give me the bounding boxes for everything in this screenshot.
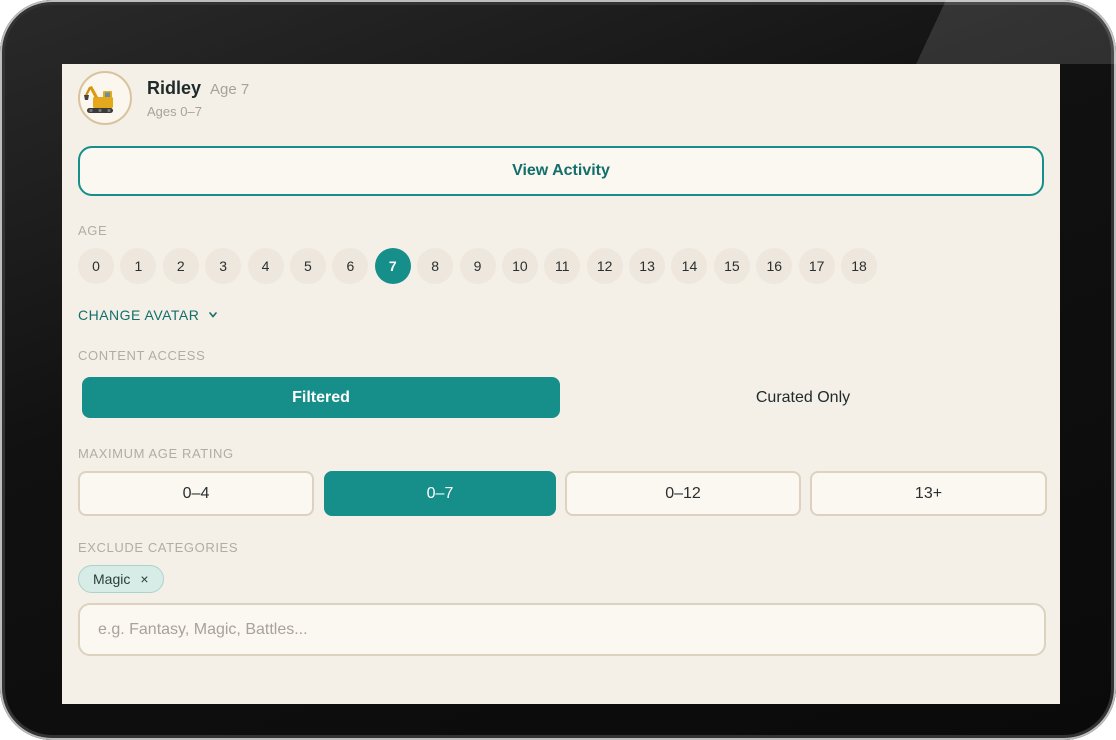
profile-name: Ridley: [147, 77, 202, 98]
content-access-toggle: Filtered Curated Only: [82, 377, 1048, 418]
age-option-9[interactable]: 9: [459, 248, 496, 284]
age-option-2[interactable]: 2: [162, 248, 199, 284]
age-option-1[interactable]: 1: [120, 248, 157, 284]
age-option-11[interactable]: 11: [544, 248, 581, 284]
chip-remove-icon[interactable]: ×: [140, 571, 148, 587]
age-selector: 0 1 2 3 4 5 6 7 8 9 10 11 12 13 14 15 16 17 18: [78, 248, 883, 284]
age-option-7[interactable]: 7: [374, 248, 411, 284]
rating-option-13-plus[interactable]: 13+: [810, 471, 1047, 516]
age-option-17[interactable]: 17: [798, 248, 835, 284]
profile-age-range: Ages 0–7: [147, 103, 202, 119]
rating-option-0-7[interactable]: 0–7: [324, 471, 556, 516]
content-access-curated-only[interactable]: Curated Only: [564, 377, 1042, 418]
exclude-category-input[interactable]: [78, 603, 1046, 656]
change-avatar-toggle[interactable]: CHANGE AVATAR: [78, 307, 218, 323]
profile-info: Ridley Age 7 Ages 0–7: [147, 78, 249, 119]
profile-age: Age 7: [210, 80, 250, 98]
view-activity-button[interactable]: View Activity: [78, 146, 1044, 196]
age-option-4[interactable]: 4: [247, 248, 284, 284]
max-age-rating-label: MAXIMUM AGE RATING: [78, 446, 234, 461]
chip-label: Magic: [93, 571, 131, 587]
change-avatar-label: CHANGE AVATAR: [78, 307, 200, 323]
bezel-reflection: [896, 0, 1116, 64]
rating-option-0-4[interactable]: 0–4: [78, 471, 314, 516]
age-option-14[interactable]: 14: [671, 248, 708, 284]
child-profile-settings-screen: Ridley Age 7 Ages 0–7 View Activity AGE …: [62, 64, 1060, 704]
age-option-8[interactable]: 8: [417, 248, 454, 284]
avatar[interactable]: [78, 71, 132, 125]
age-option-0[interactable]: 0: [78, 248, 114, 284]
age-option-10[interactable]: 10: [501, 248, 538, 284]
category-chip-magic: Magic ×: [78, 565, 164, 593]
chevron-down-icon: [209, 312, 218, 318]
age-option-3[interactable]: 3: [205, 248, 242, 284]
age-option-12[interactable]: 12: [586, 248, 623, 284]
age-section-label: AGE: [78, 223, 108, 238]
age-option-16[interactable]: 16: [756, 248, 793, 284]
age-option-13[interactable]: 13: [629, 248, 666, 284]
profile-header: Ridley Age 7 Ages 0–7: [78, 71, 249, 125]
exclude-categories-label: EXCLUDE CATEGORIES: [78, 540, 239, 555]
content-access-label: CONTENT ACCESS: [78, 348, 206, 363]
age-option-6[interactable]: 6: [332, 248, 369, 284]
age-option-5[interactable]: 5: [289, 248, 326, 284]
rating-option-0-12[interactable]: 0–12: [565, 471, 801, 516]
excavator-icon: [84, 86, 113, 113]
max-age-rating-selector: 0–4 0–7 0–12 13+: [78, 471, 1048, 516]
age-option-15[interactable]: 15: [713, 248, 750, 284]
content-access-filtered[interactable]: Filtered: [82, 377, 560, 418]
age-option-18[interactable]: 18: [841, 248, 878, 284]
